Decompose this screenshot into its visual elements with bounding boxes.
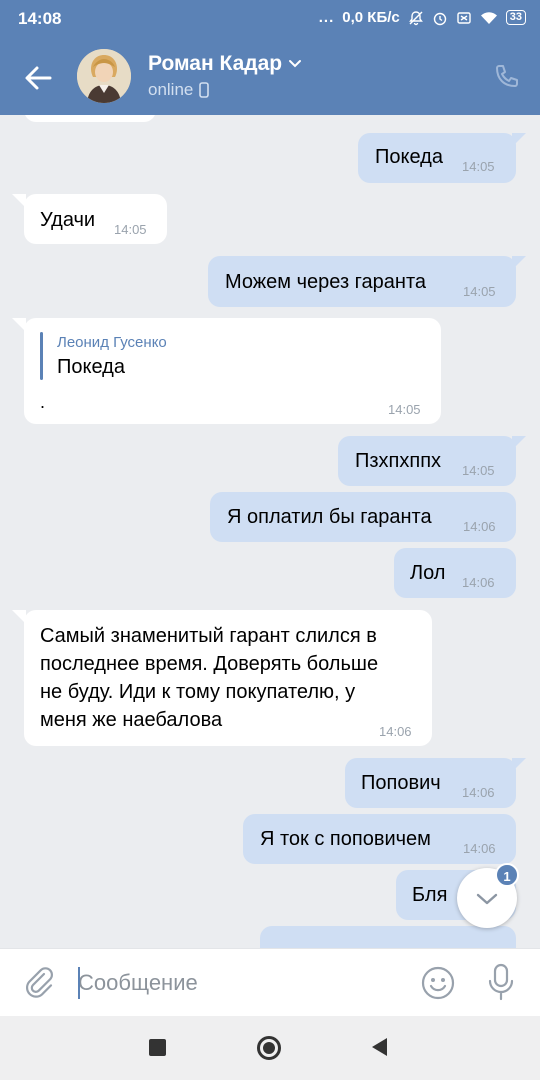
message-text-line: последнее время. Доверять больше (40, 653, 379, 675)
message-bubble-outgoing[interactable]: Я оплатил бы гаранта 14:06 (210, 492, 516, 542)
message-text: Бля (412, 884, 448, 906)
message-list[interactable]: Покеда 14:05 Удачи 14:05 Можем через гар… (0, 115, 540, 948)
bubble-tail (512, 758, 526, 772)
wifi-icon (480, 11, 497, 24)
message-time: 14:06 (463, 841, 496, 856)
message-text: Лол (410, 562, 446, 584)
message-bubble-outgoing[interactable]: Попович 14:06 (345, 758, 516, 808)
presence-status: online (148, 80, 210, 100)
mobile-device-icon (199, 82, 210, 98)
message-text-line: меня же наебалова (40, 709, 223, 731)
bubble-tail (12, 194, 26, 208)
contact-name-button[interactable]: Роман Кадар (148, 52, 302, 76)
more-notifications-icon: ... (318, 9, 335, 26)
message-bubble-outgoing[interactable]: Пзхпхппх 14:05 (338, 436, 516, 486)
reply-quoted-text: Покеда (57, 356, 125, 378)
message-time: 14:05 (462, 463, 495, 478)
message-text: Покеда (375, 146, 443, 168)
chevron-down-icon (289, 60, 302, 68)
system-nav-bar (0, 1016, 540, 1080)
battery-level: 33 (505, 10, 526, 25)
message-time: 14:05 (114, 222, 147, 237)
bubble-tail (12, 610, 26, 624)
avatar-image (77, 49, 131, 103)
back-button-icon[interactable] (372, 1038, 387, 1056)
composer-bar (0, 948, 540, 1016)
contact-name: Роман Кадар (148, 52, 283, 75)
message-time: 14:06 (462, 785, 495, 800)
message-bubble-partial (24, 115, 156, 122)
message-bubble-outgoing[interactable]: Я ток с поповичем 14:06 (243, 814, 516, 864)
alarm-icon (433, 12, 446, 25)
back-arrow-icon[interactable] (22, 62, 54, 94)
bubble-tail (512, 436, 526, 450)
message-input[interactable] (78, 963, 398, 1003)
message-text: Удачи (40, 209, 96, 231)
presence-label: online (148, 80, 194, 99)
message-time: 14:06 (379, 724, 412, 739)
status-indicators: ... 0,0 КБ/с 33 (319, 9, 526, 26)
message-time: 14:06 (462, 575, 495, 590)
message-text: Я оплатил бы гаранта (227, 506, 432, 528)
home-button-icon[interactable] (257, 1036, 281, 1060)
message-text: Можем через гаранта (225, 271, 426, 293)
reply-author[interactable]: Леонид Гусенко (57, 334, 167, 351)
top-bar: 14:08 ... 0,0 КБ/с 33 Роман Кадар online (0, 0, 540, 115)
message-time: 14:06 (463, 519, 496, 534)
message-bubble-incoming[interactable]: Удачи 14:05 (24, 194, 167, 244)
unread-count-badge: 1 (495, 863, 519, 887)
message-text: Пзхпхппх (355, 450, 442, 472)
recents-button-icon[interactable] (149, 1039, 166, 1056)
message-bubble-incoming[interactable]: Самый знаменитый гарант слился в последн… (24, 610, 432, 746)
status-bar: 14:08 ... 0,0 КБ/с 33 (0, 0, 540, 38)
message-time: 14:05 (462, 159, 495, 174)
message-bubble-outgoing[interactable]: Лол 14:06 (394, 548, 516, 598)
phone-call-icon[interactable] (492, 63, 520, 91)
paperclip-icon[interactable] (22, 965, 56, 999)
message-text: . (40, 392, 46, 412)
network-speed: 0,0 КБ/с (342, 9, 400, 26)
message-bubble-partial (260, 926, 516, 948)
bubble-tail (512, 133, 526, 147)
mute-bell-icon (408, 10, 423, 25)
bubble-tail (512, 256, 526, 270)
message-text-line: Самый знаменитый гарант слился в (40, 625, 377, 647)
message-bubble-outgoing[interactable]: Покеда 14:05 (358, 133, 516, 183)
emoji-icon[interactable] (420, 965, 456, 1001)
message-text-line: не буду. Иди к тому покупателю, у (40, 681, 356, 703)
message-bubble-outgoing[interactable]: Можем через гаранта 14:05 (208, 256, 516, 307)
message-text: Я ток с поповичем (260, 828, 431, 850)
message-bubble-incoming-reply[interactable]: Леонид Гусенко Покеда . 14:05 (24, 318, 441, 424)
bubble-tail (12, 318, 26, 332)
sim-off-icon (457, 11, 471, 24)
status-time: 14:08 (18, 9, 62, 28)
reply-quote-bar (40, 332, 43, 380)
message-time: 14:05 (463, 284, 496, 299)
message-text: Попович (361, 772, 441, 794)
message-time: 14:05 (388, 402, 421, 417)
microphone-icon[interactable] (484, 963, 518, 1001)
text-cursor (78, 967, 80, 999)
avatar[interactable] (77, 49, 131, 103)
